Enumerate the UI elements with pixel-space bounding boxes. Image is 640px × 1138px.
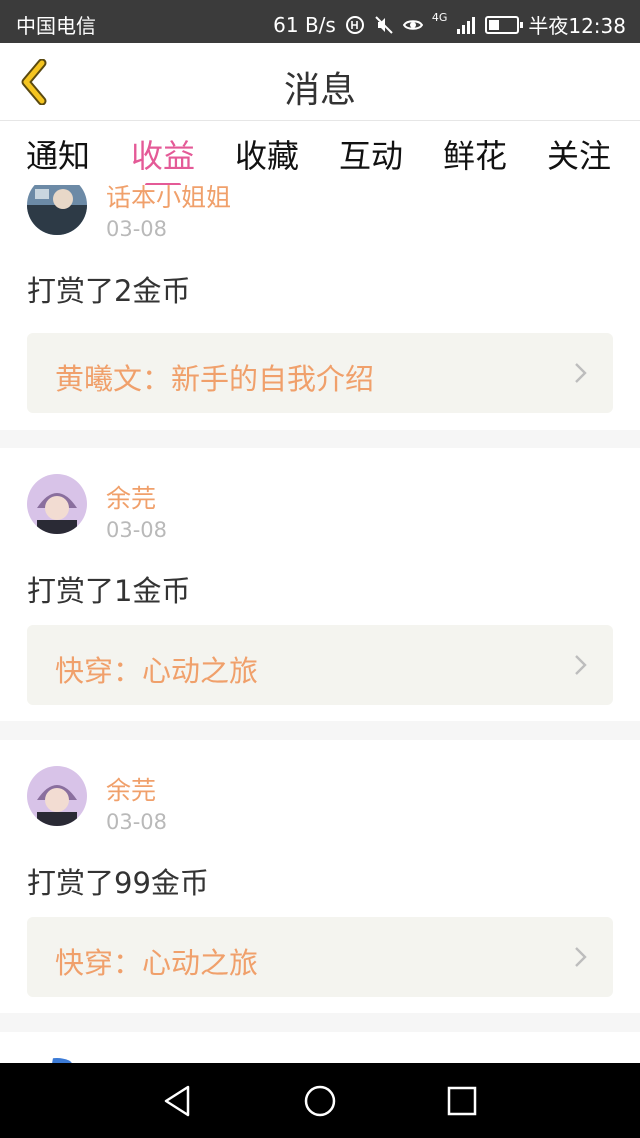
status-icons: 61 B/s 4G 半夜12:38 [273, 10, 626, 39]
work-link[interactable]: 黄曦文：新手的自我介绍 [27, 333, 613, 413]
battery-icon [485, 15, 524, 34]
hd-call-icon [345, 15, 364, 34]
network-speed: 61 B/s [273, 12, 336, 37]
tab-flowers[interactable]: 鲜花 [443, 131, 507, 177]
message-feed[interactable]: 话本小姐姐 03-08 打赏了2金币 黄曦文：新手的自我介绍 余芫 03-08 … [0, 185, 640, 1063]
message-date: 03-08 [106, 810, 168, 834]
reward-text: 打赏了1金币 [27, 574, 191, 608]
tab-interactions[interactable]: 互动 [339, 131, 403, 177]
tab-following[interactable]: 关注 [547, 131, 611, 177]
work-link[interactable]: 快穿：心动之旅 [27, 625, 613, 705]
chevron-right-icon [575, 947, 587, 967]
work-title: 快穿：心动之旅 [55, 654, 259, 688]
message-date: 03-08 [106, 518, 168, 542]
tab-notifications[interactable]: 通知 [26, 131, 90, 177]
app-header: 消息 [0, 43, 640, 120]
tab-favorites[interactable]: 收藏 [235, 131, 299, 177]
message-card: 余芫 03-08 打赏了99金币 快穿：心动之旅 [0, 740, 640, 1013]
username[interactable]: 话本小姐姐 [106, 185, 231, 214]
tab-earnings[interactable]: 收益 [131, 131, 195, 177]
home-nav-icon[interactable] [302, 1083, 338, 1119]
recents-nav-icon[interactable] [444, 1083, 480, 1119]
username[interactable]: 余芫 [106, 771, 156, 807]
back-nav-icon[interactable] [160, 1083, 196, 1119]
avatar[interactable] [27, 185, 87, 235]
work-link[interactable]: 快穿：心动之旅 [27, 917, 613, 997]
message-card: 余芫 03-08 打赏了1金币 快穿：心动之旅 [0, 448, 640, 721]
page-title: 消息 [283, 70, 356, 111]
username[interactable]: 余芫 [106, 479, 156, 515]
chevron-right-icon [575, 655, 587, 675]
avatar[interactable] [27, 474, 87, 534]
message-card: 话本小姐姐 03-08 打赏了2金币 黄曦文：新手的自我介绍 [0, 185, 640, 430]
reward-text: 打赏了99金币 [27, 866, 209, 900]
chevron-right-icon [575, 363, 587, 383]
message-date: 03-08 [106, 217, 168, 241]
tab-bar: 通知 收益 收藏 互动 鲜花 关注 [0, 120, 640, 187]
work-title: 快穿：心动之旅 [55, 946, 259, 980]
message-card [0, 1032, 640, 1063]
carrier-label: 中国电信 [16, 14, 96, 38]
status-bar: 中国电信 61 B/s 4G 半夜12:38 [0, 0, 640, 43]
eye-icon [402, 19, 423, 30]
reward-text: 打赏了2金币 [27, 274, 191, 308]
avatar[interactable] [27, 766, 87, 826]
work-title: 黄曦文：新手的自我介绍 [55, 362, 375, 396]
signal-icon [457, 16, 476, 34]
mute-icon [375, 15, 393, 34]
network-type: 4G [431, 11, 448, 24]
system-nav-bar [0, 1063, 640, 1138]
clock: 半夜12:38 [528, 14, 626, 38]
